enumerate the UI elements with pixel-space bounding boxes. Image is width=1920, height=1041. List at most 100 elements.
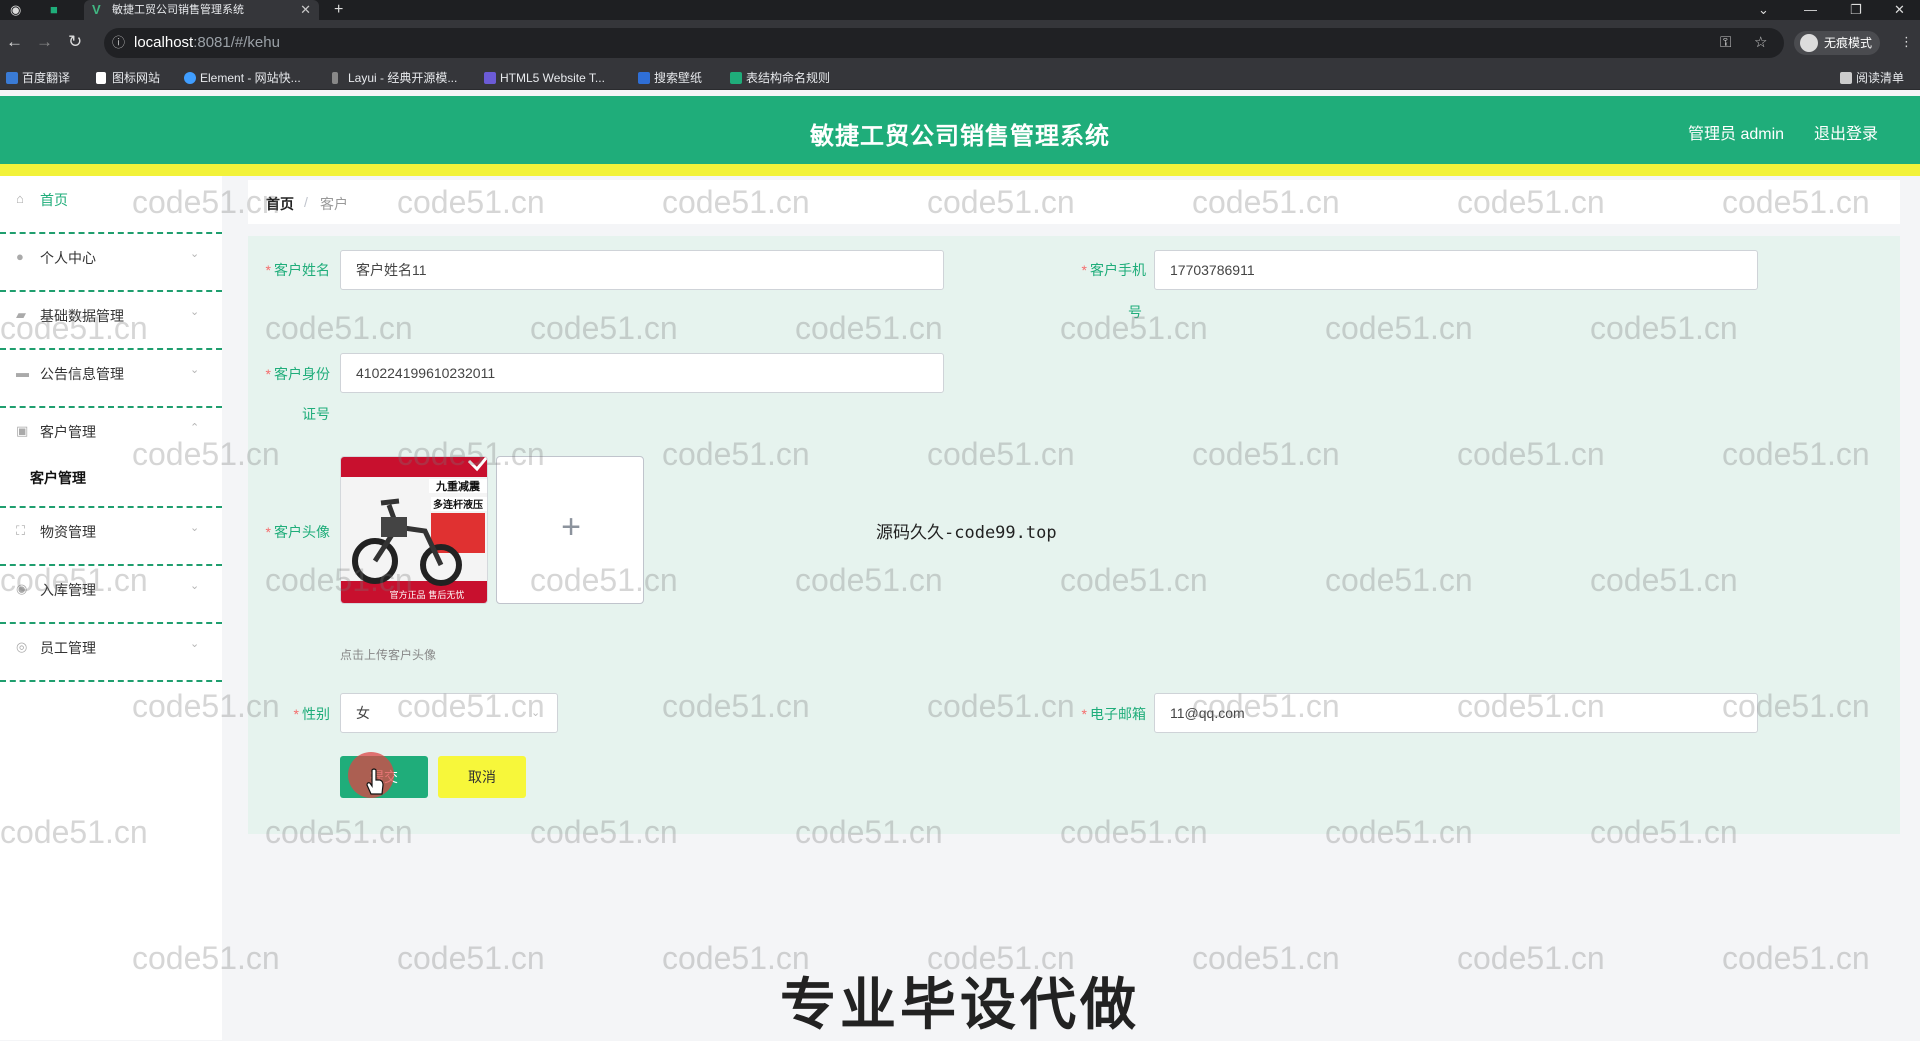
reload-icon[interactable]: ↻ [68, 32, 82, 52]
bookmark-item[interactable]: 表结构命名规则 [728, 66, 830, 90]
chevron-down-icon: ⌄ [190, 522, 200, 534]
key-icon[interactable]: ⚿ [1720, 28, 1731, 58]
reading-list-label: 阅读清单 [1856, 71, 1905, 85]
sidebar-item-base-data[interactable]: ▰ 基础数据管理 ⌄ [0, 292, 222, 350]
browser-menu-icon[interactable]: ◉ [10, 0, 21, 20]
bookmark-label: Layui - 经典开源模... [348, 71, 458, 85]
admin-label: 管理员 admin [1688, 126, 1785, 143]
sidebar-item-label: 基础数据管理 [40, 308, 124, 324]
sheet-icon [730, 72, 742, 84]
sidebar-item-label: 客户管理 [40, 424, 96, 440]
folder-icon: ▰ [16, 307, 26, 322]
avatar-text-line3: 官方正品 售后无忧 [390, 589, 465, 601]
bookmark-item[interactable]: 搜索壁纸 [636, 66, 702, 90]
monitor-icon: ▣ [16, 423, 29, 438]
bookmark-item[interactable]: 图标网站 [94, 66, 160, 90]
bookmark-label: Element - 网站快... [200, 71, 301, 85]
browser-kebab-icon[interactable]: ⋮ [1900, 32, 1913, 52]
id-label: * 客户身份 [265, 366, 330, 382]
box-icon: ⛶ [16, 523, 26, 538]
gender-select[interactable]: 女 ⌄ [340, 693, 558, 733]
promo-bottom-text: 专业毕设代做 [780, 973, 1140, 1036]
bookmark-item[interactable]: 百度翻译 [4, 66, 70, 90]
chevron-down-icon: ⌄ [190, 638, 200, 650]
chevron-up-icon: ⌃ [190, 422, 200, 434]
sidebar-item-home[interactable]: ⌂ 首页 [0, 176, 222, 234]
url-input[interactable]: ⓘ localhost:8081/#/kehu ⚿ ☆ [104, 28, 1784, 58]
app-title: 敏捷工贸公司销售管理系统 [810, 123, 1110, 150]
breadcrumb-current: 客户 [320, 196, 348, 212]
bookmark-item[interactable]: HTML5 Website T... [482, 66, 605, 90]
user-icon: ● [16, 249, 24, 264]
bookmark-item[interactable]: Layui - 经典开源模... [330, 66, 457, 90]
customer-phone-input[interactable]: 17703786911 [1154, 250, 1758, 290]
flag-icon [96, 72, 106, 84]
new-tab-icon[interactable]: + [334, 0, 343, 20]
avatar-text-line2: 多连杆液压 [433, 498, 483, 511]
breadcrumb-home[interactable]: 首页 [266, 194, 294, 214]
back-icon[interactable]: ← [6, 32, 23, 52]
name-label: * 客户姓名 [265, 262, 330, 278]
restore-icon[interactable]: ❐ [1850, 0, 1862, 20]
phone-label-wrap: 号 [1128, 304, 1142, 320]
sidebar-item-staff[interactable]: ◎ 员工管理 ⌄ [0, 624, 222, 682]
bookmark-label: 表结构命名规则 [746, 71, 831, 85]
cancel-button[interactable]: 取消 [438, 756, 526, 798]
wallpaper-icon [638, 72, 650, 84]
chevron-down-icon: ⌄ [190, 306, 200, 318]
sidebar-item-label: 首页 [40, 192, 68, 208]
avatar-thumbnail[interactable]: 九重减震 多连杆液压 官方正品 售后无忧 [340, 456, 488, 604]
tab-search-icon[interactable]: ⌄ [1758, 0, 1769, 20]
chevron-down-icon: ⌄ [190, 248, 200, 260]
customer-id-input[interactable]: 410224199610232011 [340, 353, 944, 393]
sidebar-item-label: 入库管理 [40, 582, 96, 598]
bookmark-star-icon[interactable]: ☆ [1754, 28, 1767, 58]
minimize-icon[interactable]: — [1804, 0, 1817, 20]
avatar-label: * 客户头像 [265, 524, 330, 540]
bookmarks-bar: 百度翻译 图标网站 Element - 网站快... Layui - 经典开源模… [0, 66, 1920, 90]
vue-icon: V [92, 2, 101, 17]
notice-icon: ▬ [16, 365, 29, 380]
sidebar-item-stock-in[interactable]: ◉ 入库管理 ⌄ [0, 566, 222, 624]
app-favicon-icon[interactable]: ■ [50, 0, 58, 20]
site-info-icon[interactable]: ⓘ [112, 28, 125, 58]
forward-icon[interactable]: → [36, 32, 53, 52]
customer-name-input[interactable]: 客户姓名11 [340, 250, 944, 290]
tab-title: 敏捷工贸公司销售管理系统 [112, 4, 244, 16]
sidebar-item-personal-center[interactable]: ● 个人中心 ⌄ [0, 234, 222, 292]
bookmark-label: 搜索壁纸 [654, 71, 703, 85]
chevron-down-icon: ⌄ [190, 364, 200, 376]
sidebar: ⌂ 首页 ● 个人中心 ⌄ ▰ 基础数据管理 ⌄ ▬ 公告信息管理 ⌄ ▣ 客户… [0, 176, 222, 1040]
submenu-item-customer-management[interactable]: 客户管理 [0, 448, 222, 508]
url-host: localhost [134, 34, 194, 51]
close-tab-icon[interactable]: ✕ [300, 0, 311, 20]
html5-icon [484, 72, 496, 84]
close-window-icon[interactable]: ✕ [1894, 0, 1905, 20]
avatar-text-line1: 九重减震 [435, 479, 481, 493]
sidebar-item-materials[interactable]: ⛶ 物资管理 ⌄ [0, 508, 222, 566]
reading-list[interactable]: 阅读清单 [1838, 66, 1904, 90]
sidebar-item-notice[interactable]: ▬ 公告信息管理 ⌄ [0, 350, 222, 408]
browser-tab[interactable]: V 敏捷工贸公司销售管理系统 ✕ [84, 0, 319, 20]
sidebar-item-label: 员工管理 [40, 640, 96, 656]
bookmark-label: 百度翻译 [22, 71, 71, 85]
breadcrumb-separator: / [304, 194, 308, 210]
avatar-image: 九重减震 多连杆液压 官方正品 售后无忧 [341, 457, 487, 603]
location-icon: ◉ [16, 581, 28, 596]
logout-link[interactable]: 退出登录 [1814, 120, 1878, 144]
email-label: * 电子邮箱 [1081, 706, 1146, 722]
avatar-upload-button[interactable]: + [496, 456, 644, 604]
chevron-down-icon: ⌄ [190, 580, 200, 592]
promo-center-text: 源码久久-code99.top [876, 523, 1057, 543]
customer-email-input[interactable]: 11@qq.com [1154, 693, 1758, 733]
address-bar: ← → ↻ ⓘ localhost:8081/#/kehu ⚿ ☆ 无痕模式 ⋮ [0, 20, 1920, 66]
avatar-upload-tip: 点击上传客户头像 [340, 648, 437, 662]
element-icon [184, 72, 196, 84]
incognito-badge[interactable]: 无痕模式 [1794, 31, 1881, 55]
translate-icon [6, 72, 18, 84]
gender-label: * 性别 [293, 706, 330, 722]
bookmark-item[interactable]: Element - 网站快... [182, 66, 301, 90]
sidebar-item-label: 物资管理 [40, 524, 96, 540]
sidebar-item-label: 个人中心 [40, 250, 96, 266]
header-accent-strip [0, 164, 1920, 176]
